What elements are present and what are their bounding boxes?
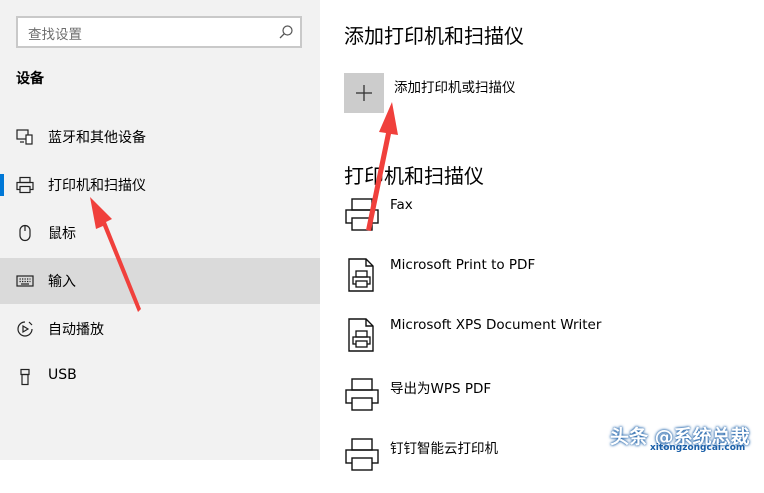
printer-name: 钉钉智能云打印机 xyxy=(390,441,498,457)
search-input[interactable]: 查找设置 xyxy=(28,23,82,43)
sidebar-item-label: 输入 xyxy=(48,274,76,290)
add-printer-button[interactable] xyxy=(344,73,384,113)
printer-item-fax[interactable]: Fax xyxy=(344,197,684,253)
search-box[interactable]: 查找设置 xyxy=(16,16,302,48)
printer-name: Microsoft XPS Document Writer xyxy=(390,317,602,333)
sidebar-item-label: 蓝牙和其他设备 xyxy=(48,130,146,146)
printer-item-pdf[interactable]: Microsoft Print to PDF xyxy=(344,257,684,313)
printer-name: 导出为WPS PDF xyxy=(390,381,492,397)
sidebar-item-printers[interactable]: 打印机和扫描仪 xyxy=(0,162,320,208)
search-icon[interactable] xyxy=(278,24,294,40)
sidebar-item-label: USB xyxy=(48,367,77,383)
usb-icon xyxy=(20,368,30,386)
printer-name: Fax xyxy=(390,197,413,213)
watermark: 头条 @系统总裁 xitongzongcai.com xyxy=(610,418,760,458)
sidebar-item-typing[interactable]: 输入 xyxy=(0,258,320,304)
sidebar-item-label: 自动播放 xyxy=(48,322,104,338)
mouse-icon xyxy=(19,224,31,242)
bluetooth-devices-icon xyxy=(16,129,33,145)
printer-item-xps[interactable]: Microsoft XPS Document Writer xyxy=(344,317,684,373)
add-section-heading: 添加打印机和扫描仪 xyxy=(344,24,524,48)
printer-icon xyxy=(16,176,34,194)
selected-indicator xyxy=(0,174,4,196)
add-printer-label[interactable]: 添加打印机或扫描仪 xyxy=(394,76,516,96)
keyboard-icon xyxy=(16,275,34,287)
sidebar-item-autoplay[interactable]: 自动播放 xyxy=(0,306,320,352)
sidebar-item-label: 打印机和扫描仪 xyxy=(48,178,146,194)
printers-section-heading: 打印机和扫描仪 xyxy=(344,164,484,188)
printer-icon xyxy=(345,438,379,471)
printer-name: Microsoft Print to PDF xyxy=(390,257,536,273)
fax-printer-icon xyxy=(345,198,379,231)
sidebar-item-usb[interactable]: USB xyxy=(0,354,320,400)
section-title-devices: 设备 xyxy=(16,71,44,87)
watermark-url: xitongzongcai.com xyxy=(650,443,746,453)
sidebar-item-bluetooth[interactable]: 蓝牙和其他设备 xyxy=(0,114,320,160)
sidebar-item-mouse[interactable]: 鼠标 xyxy=(0,210,320,256)
pdf-printer-icon xyxy=(348,258,374,292)
autoplay-icon xyxy=(17,321,33,337)
printer-icon xyxy=(345,378,379,411)
xps-printer-icon xyxy=(348,318,374,352)
settings-sidebar: 查找设置 设备 蓝牙和其他设备 打印机和扫描仪 鼠标 输入 自动播放 USB xyxy=(0,0,320,460)
sidebar-item-label: 鼠标 xyxy=(48,226,76,242)
plus-icon xyxy=(356,85,372,101)
